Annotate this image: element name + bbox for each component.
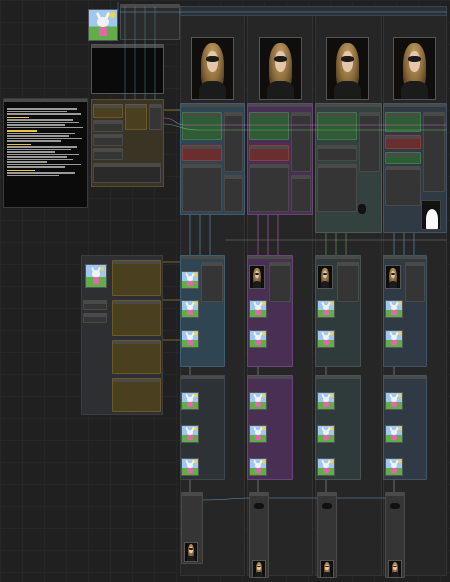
column-3-mid-image-2[interactable] xyxy=(317,330,335,348)
column-3-lower-image-1[interactable] xyxy=(317,392,335,410)
column-3-negative-prompt[interactable] xyxy=(317,145,357,161)
column-3-mid-image-1[interactable] xyxy=(317,300,335,318)
column-2-positive-prompt[interactable] xyxy=(249,112,289,140)
column-4-conditioning-node[interactable] xyxy=(385,152,421,164)
column-4-positive-prompt[interactable] xyxy=(385,112,421,132)
column-3-lower-image-2[interactable] xyxy=(317,425,335,443)
column-4-output-image[interactable] xyxy=(393,37,436,100)
column-4-mid-image-1[interactable] xyxy=(385,300,403,318)
column-4-sampler-node[interactable] xyxy=(385,166,421,206)
column-2-mid-portrait[interactable] xyxy=(249,265,265,289)
column-1-sampler-node[interactable] xyxy=(182,164,222,212)
ref-node-c[interactable] xyxy=(112,260,161,296)
column-3-mid-node[interactable] xyxy=(337,262,359,302)
column-4-lower-image-1[interactable] xyxy=(385,392,403,410)
column-1-negative-prompt[interactable] xyxy=(182,145,222,161)
column-4-butterfly-icon xyxy=(390,503,400,509)
column-4-negative-prompt[interactable] xyxy=(385,135,421,149)
column-1-output-image[interactable] xyxy=(191,37,234,100)
loader-node-d[interactable] xyxy=(93,148,123,160)
loader-node-f[interactable] xyxy=(149,104,162,130)
column-1-vae-node[interactable] xyxy=(224,175,243,212)
column-4-mid-node[interactable] xyxy=(405,262,425,302)
column-2-mid-node[interactable] xyxy=(269,262,291,302)
reference-image-preview-2[interactable] xyxy=(85,264,107,288)
ref-node-f[interactable] xyxy=(112,378,161,412)
column-3-positive-prompt[interactable] xyxy=(317,112,357,140)
ref-node-e[interactable] xyxy=(112,340,161,374)
load-image-node[interactable] xyxy=(120,4,180,40)
loader-node-g[interactable] xyxy=(93,163,161,183)
loader-node-a[interactable] xyxy=(93,104,123,118)
column-1-mid-image-1[interactable] xyxy=(181,271,199,289)
reference-image-preview[interactable] xyxy=(88,9,118,41)
column-2-sampler-node[interactable] xyxy=(249,164,289,212)
ref-node-d[interactable] xyxy=(112,300,161,336)
column-2-lower-image-2[interactable] xyxy=(249,425,267,443)
column-2-butterfly-icon xyxy=(254,503,264,509)
column-4-bottom-portrait[interactable] xyxy=(388,560,402,578)
column-3-side-node[interactable] xyxy=(359,112,380,172)
column-2-lower-image-1[interactable] xyxy=(249,392,267,410)
column-1-lower-image-2[interactable] xyxy=(181,425,199,443)
column-2-vae-node[interactable] xyxy=(291,175,311,212)
column-1-lower-image-3[interactable] xyxy=(181,458,199,476)
column-4-mask-preview[interactable] xyxy=(421,200,441,230)
column-3-bottom-portrait[interactable] xyxy=(320,560,334,578)
column-1-mid-node[interactable] xyxy=(201,262,223,302)
column-4-lower-image-3[interactable] xyxy=(385,458,403,476)
sun-icon xyxy=(109,12,115,18)
loader-node-c[interactable] xyxy=(93,134,123,146)
column-2-lower-image-3[interactable] xyxy=(249,458,267,476)
ref-node-b[interactable] xyxy=(83,313,107,323)
butterfly-icon xyxy=(358,204,366,214)
column-3-lower-image-3[interactable] xyxy=(317,458,335,476)
column-1-mid-image-3[interactable] xyxy=(181,330,199,348)
column-3-output-image[interactable] xyxy=(326,37,369,100)
column-2-side-node[interactable] xyxy=(291,112,311,172)
white-silhouette-icon xyxy=(426,209,438,229)
note-text-block xyxy=(7,107,87,203)
column-1-bottom-portrait[interactable] xyxy=(184,542,198,562)
column-2-bottom-portrait[interactable] xyxy=(252,560,266,578)
column-2-mid-image-2[interactable] xyxy=(249,330,267,348)
column-2-output-image[interactable] xyxy=(259,37,302,100)
column-3-mid-portrait[interactable] xyxy=(317,265,333,289)
column-2-mid-image-1[interactable] xyxy=(249,300,267,318)
column-4-mid-portrait[interactable] xyxy=(385,265,401,289)
column-4-mid-image-2[interactable] xyxy=(385,330,403,348)
empty-preview-node[interactable] xyxy=(91,44,164,94)
column-1-side-node[interactable] xyxy=(224,112,243,172)
loader-node-b[interactable] xyxy=(93,120,123,132)
column-3-sampler-node[interactable] xyxy=(317,164,357,212)
column-4-lower-image-2[interactable] xyxy=(385,425,403,443)
ref-node-a[interactable] xyxy=(83,300,107,310)
note-node[interactable] xyxy=(3,98,88,208)
column-1-mid-image-2[interactable] xyxy=(181,300,199,318)
loader-node-e[interactable] xyxy=(125,104,147,130)
column-1-lower-image-1[interactable] xyxy=(181,392,199,410)
column-3-butterfly-icon xyxy=(322,503,332,509)
column-1-positive-prompt[interactable] xyxy=(182,112,222,140)
column-4-side-node[interactable] xyxy=(423,112,445,192)
top-header-bar xyxy=(180,6,447,16)
column-2-negative-prompt[interactable] xyxy=(249,145,289,161)
